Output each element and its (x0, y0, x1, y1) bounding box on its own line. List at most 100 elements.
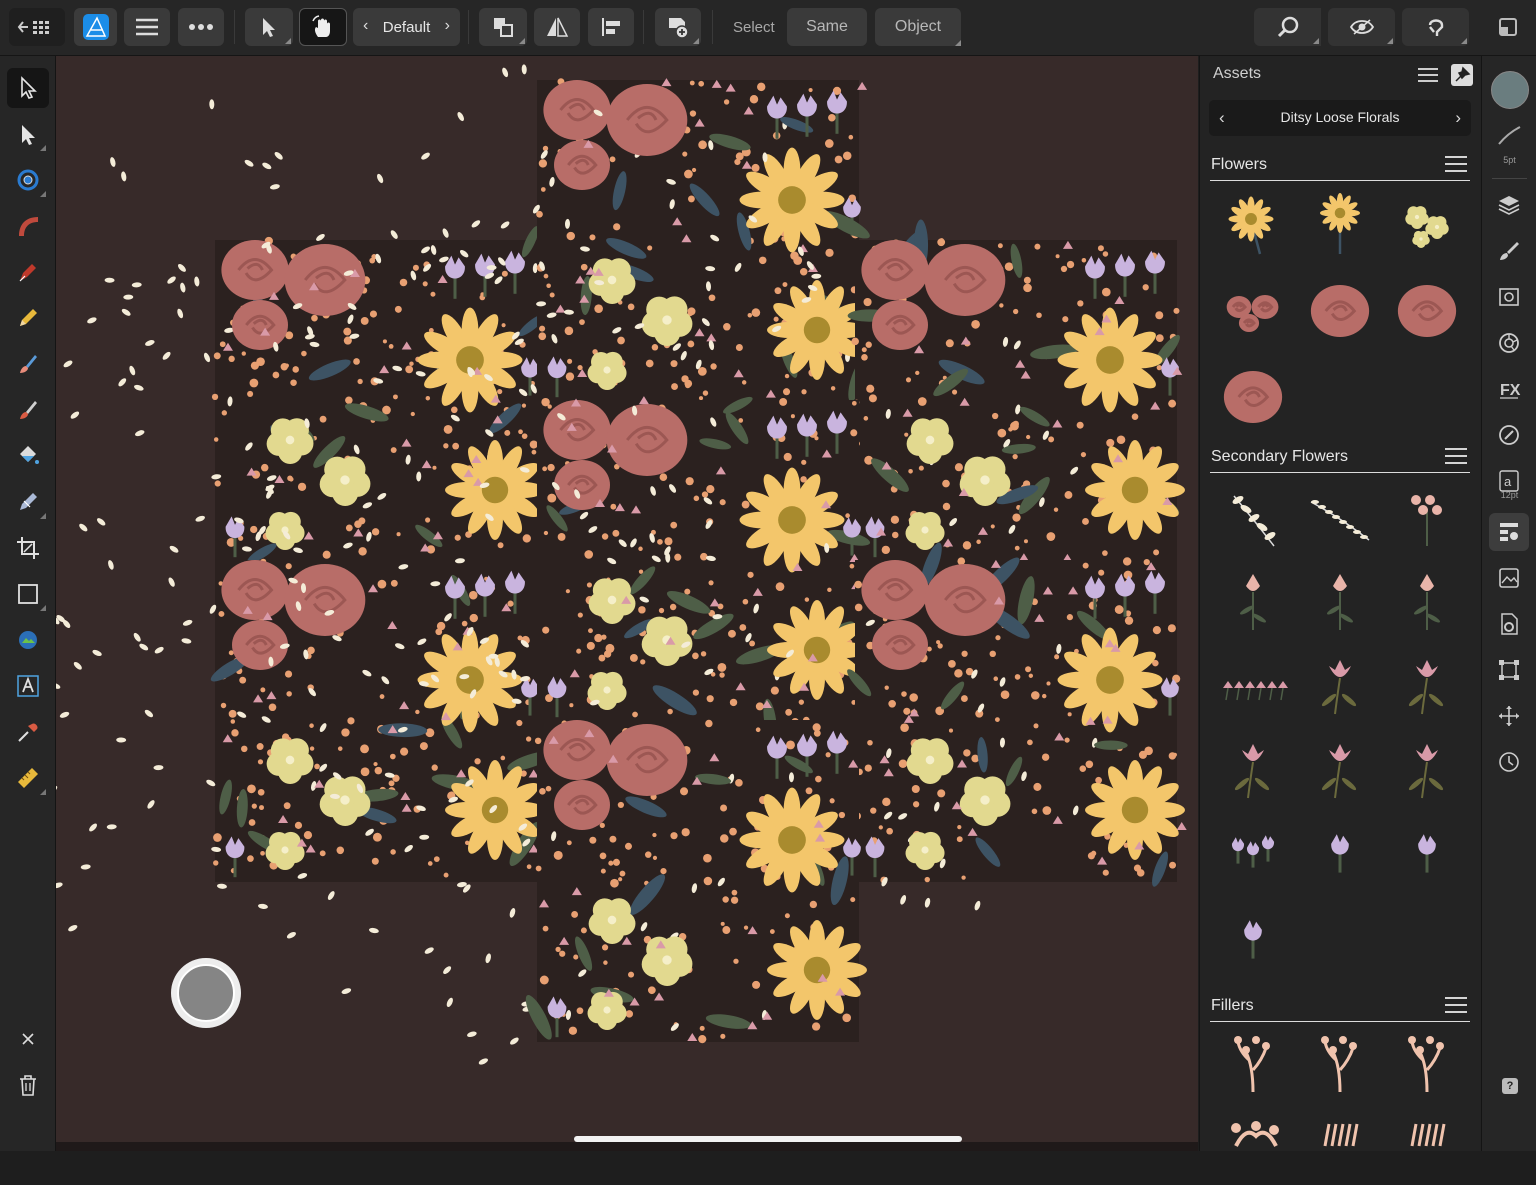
asset-thumbnail[interactable] (1303, 1106, 1377, 1180)
asset-thumbnail[interactable] (1303, 816, 1377, 890)
export-studio-button[interactable] (1489, 605, 1529, 643)
chevron-right-icon[interactable]: › (445, 17, 450, 35)
crop-tool[interactable] (7, 528, 49, 568)
zoom-button[interactable] (1254, 8, 1321, 46)
section-secondary-flowers-menu[interactable] (1445, 448, 1467, 469)
pencil-tool[interactable] (7, 298, 49, 338)
align-button[interactable] (588, 8, 634, 46)
insert-button[interactable] (655, 8, 701, 46)
transparency-studio-button[interactable] (1489, 416, 1529, 454)
asset-thumbnail[interactable] (1303, 274, 1377, 348)
home-indicator[interactable] (574, 1136, 962, 1142)
chevron-right-icon[interactable]: › (1455, 108, 1461, 128)
history-studio-button[interactable] (1489, 743, 1529, 781)
submenu-indicator (1461, 38, 1467, 44)
asset-thumbnail[interactable] (1303, 564, 1377, 638)
stock-studio-button[interactable] (1489, 559, 1529, 597)
effects-studio-button[interactable]: FX (1489, 370, 1529, 408)
navigator-studio-button[interactable] (1489, 697, 1529, 735)
node-tool[interactable] (7, 114, 49, 154)
section-fillers-menu[interactable] (1445, 997, 1467, 1018)
separator (712, 10, 713, 44)
asset-thumbnail[interactable] (1390, 564, 1464, 638)
asset-thumbnail[interactable] (1216, 1026, 1290, 1100)
asset-thumbnail[interactable] (1303, 480, 1377, 554)
close-button[interactable] (7, 1019, 49, 1059)
more-button[interactable] (178, 8, 224, 46)
touch-modifier-icon (312, 15, 330, 37)
window-button[interactable] (1494, 8, 1522, 46)
place-image-icon (19, 631, 37, 649)
appearance-studio-button[interactable] (1489, 278, 1529, 316)
pen-tool[interactable] (7, 252, 49, 292)
asset-thumbnail[interactable] (1390, 648, 1464, 722)
help-icon[interactable]: ? (1502, 1078, 1518, 1094)
asset-thumbnail[interactable] (1216, 902, 1290, 976)
snapping-button[interactable] (1402, 8, 1469, 46)
place-image-tool[interactable] (7, 620, 49, 660)
color-picker-tool[interactable] (7, 712, 49, 752)
artistic-text-tool[interactable] (7, 666, 49, 706)
asset-thumbnail[interactable] (1216, 480, 1290, 554)
section-flowers-menu[interactable] (1445, 156, 1467, 177)
vector-brush-tool[interactable] (7, 344, 49, 384)
asset-thumbnail[interactable] (1390, 274, 1464, 348)
transparency-tool[interactable] (7, 482, 49, 522)
layers-studio-button[interactable] (1489, 186, 1529, 224)
move-tool-button[interactable] (245, 8, 293, 46)
asset-thumbnail[interactable] (1303, 188, 1377, 262)
asset-thumbnail[interactable] (1390, 732, 1464, 806)
asset-thumbnail[interactable] (1216, 1106, 1290, 1180)
fill-icon (20, 446, 39, 464)
asset-category-selector[interactable]: ‹ Ditsy Loose Florals › (1209, 100, 1471, 136)
submenu-indicator (40, 789, 46, 795)
asset-thumbnail[interactable] (1303, 732, 1377, 806)
touch-modifier-button[interactable] (299, 8, 347, 46)
stroke-width-button[interactable] (1489, 116, 1529, 154)
back-to-gallery-button[interactable] (9, 8, 65, 46)
asset-thumbnail[interactable] (1390, 480, 1464, 554)
pin-panel-button[interactable] (1451, 64, 1473, 86)
transform-studio-button[interactable] (1489, 651, 1529, 689)
move-tool[interactable] (7, 68, 49, 108)
persona-default-selector[interactable]: ‹ Default › (353, 8, 460, 46)
window-icon (1499, 18, 1517, 36)
assets-menu-button[interactable] (1418, 67, 1438, 88)
select-same-button[interactable]: Same (787, 8, 867, 46)
flip-button[interactable] (534, 8, 580, 46)
brushes-studio-button[interactable] (1489, 232, 1529, 270)
asset-thumbnail[interactable] (1390, 1026, 1464, 1100)
asset-thumbnail[interactable] (1216, 360, 1290, 434)
screen-record-button[interactable] (171, 958, 241, 1028)
select-object-button[interactable]: Object (875, 8, 961, 46)
submenu-indicator (40, 513, 46, 519)
rectangle-tool[interactable] (7, 574, 49, 614)
asset-thumbnail[interactable] (1390, 1106, 1464, 1180)
asset-thumbnail[interactable] (1303, 1026, 1377, 1100)
asset-thumbnail[interactable] (1216, 816, 1290, 890)
asset-thumbnail[interactable] (1390, 816, 1464, 890)
persona-button[interactable] (74, 8, 117, 46)
color-studio-button[interactable] (1489, 324, 1529, 362)
view-mode-button[interactable] (1328, 8, 1395, 46)
pixel-brush-tool[interactable] (7, 390, 49, 430)
asset-thumbnail[interactable] (1216, 564, 1290, 638)
contour-tool[interactable] (7, 206, 49, 246)
asset-thumbnail[interactable] (1216, 188, 1290, 262)
asset-thumbnail[interactable] (1216, 732, 1290, 806)
document-menu-button[interactable] (124, 8, 170, 46)
assets-studio-button[interactable] (1489, 513, 1529, 551)
asset-thumbnail[interactable] (1216, 274, 1290, 348)
fill-tool[interactable] (7, 436, 49, 476)
corner-tool[interactable] (7, 160, 49, 200)
view-mode-icon (1349, 19, 1374, 35)
asset-thumbnail[interactable] (1303, 648, 1377, 722)
arrange-button[interactable] (479, 8, 527, 46)
svg-text:a: a (1504, 474, 1512, 489)
primary-color-swatch[interactable] (1491, 71, 1529, 109)
chevron-left-icon[interactable]: ‹ (363, 17, 368, 35)
asset-thumbnail[interactable] (1216, 648, 1290, 722)
measure-tool[interactable] (7, 758, 49, 798)
asset-thumbnail[interactable] (1390, 188, 1464, 262)
delete-button[interactable] (7, 1065, 49, 1105)
